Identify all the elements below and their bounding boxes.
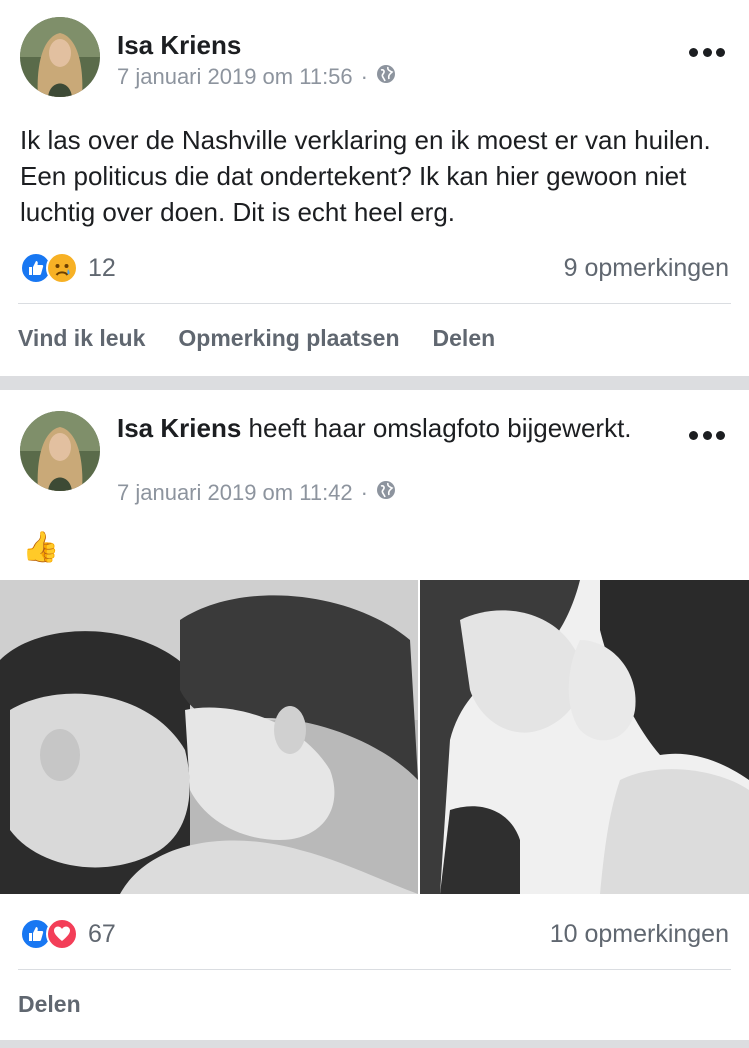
more-options-icon[interactable] [689,44,725,60]
post-card: Isa Kriens heeft haar omslagfoto bijgewe… [0,390,749,1040]
cover-photo-left[interactable] [0,580,418,894]
post-header: Isa Kriens [117,28,659,62]
post-action-text: heeft haar omslagfoto bijgewerkt. [241,413,632,443]
comment-button[interactable]: Opmerking plaatsen [178,325,399,352]
comments-count[interactable]: 10 opmerkingen [550,920,729,949]
thumbs-up-emoji: 👍 [22,531,60,564]
post-card: Isa Kriens 7 januari 2019 om 11:56 · Ik … [0,0,749,376]
separator-line [18,969,731,970]
author-name[interactable]: Isa Kriens [117,30,241,60]
comments-count[interactable]: 9 opmerkingen [564,254,729,283]
meta-separator: · [360,64,368,89]
more-options-icon[interactable] [689,427,725,443]
post-actions: Delen [18,991,81,1018]
separator-line [18,303,731,304]
post-meta: 7 januari 2019 om 11:42 · [117,480,396,506]
globe-icon [376,480,396,506]
like-button[interactable]: Vind ik leuk [18,325,145,352]
meta-separator: · [360,480,368,505]
post-date[interactable]: 7 januari 2019 om 11:56 [117,64,353,90]
globe-icon [376,64,396,90]
author-name[interactable]: Isa Kriens [117,413,241,443]
post-meta: 7 januari 2019 om 11:56 · [117,64,396,90]
feed-divider [0,1040,749,1048]
share-button[interactable]: Delen [18,991,81,1018]
post-date[interactable]: 7 januari 2019 om 11:42 [117,480,353,506]
feed-divider [0,376,749,390]
sad-reaction-icon [46,252,78,284]
reaction-count: 12 [88,253,116,282]
avatar[interactable] [20,17,100,97]
post-header: Isa Kriens heeft haar omslagfoto bijgewe… [117,411,659,445]
reactions-summary[interactable]: 12 [20,252,116,284]
love-reaction-icon [46,918,78,950]
reactions-summary[interactable]: 67 [20,918,116,950]
avatar[interactable] [20,411,100,491]
post-text: Ik las over de Nashville verklaring en i… [20,125,711,227]
share-button[interactable]: Delen [433,325,496,352]
reaction-count: 67 [88,919,116,948]
post-actions: Vind ik leuk Opmerking plaatsen Delen [18,325,495,352]
cover-photo-right[interactable] [420,580,749,894]
